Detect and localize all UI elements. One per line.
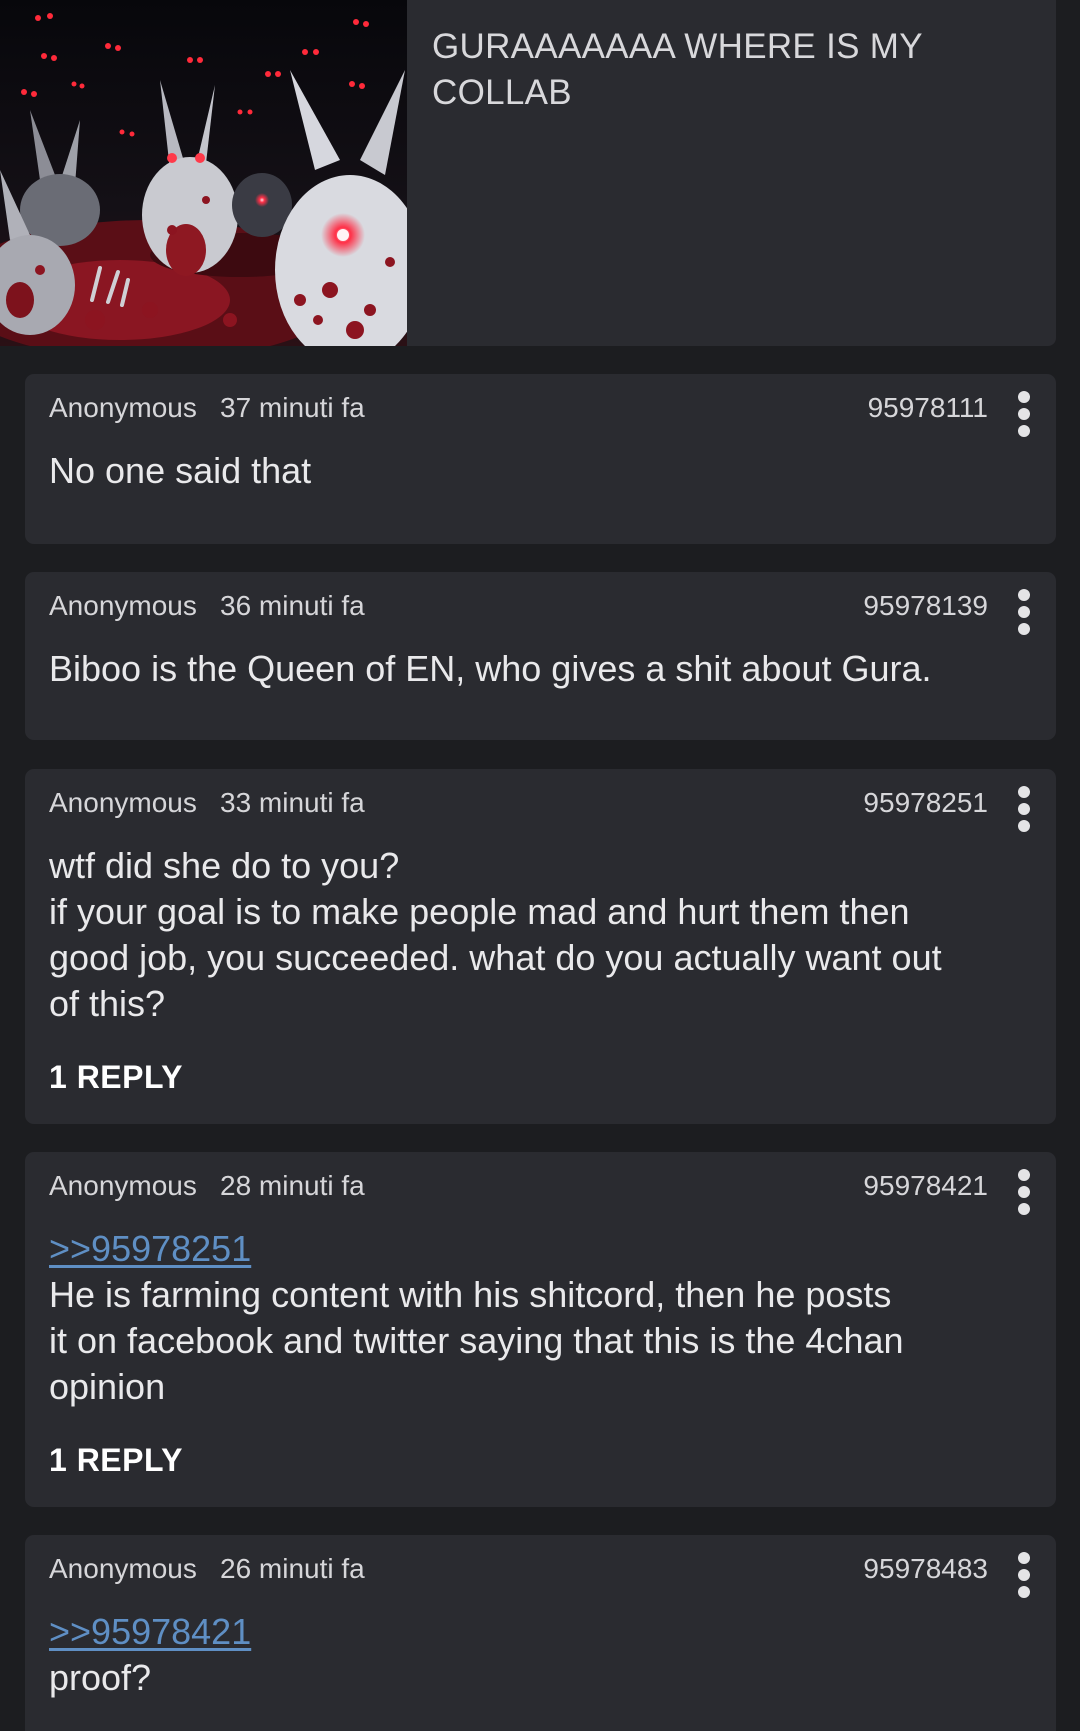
post-time: 37 minuti fa: [220, 392, 365, 423]
post-comment: Biboo is the Queen of EN, who gives a sh…: [49, 646, 1034, 692]
reply-post: Anonymous 36 minuti fa 95978139 Biboo is…: [25, 572, 1056, 740]
replies-button[interactable]: 1 REPLY: [49, 1440, 183, 1480]
post-comment: No one said that: [49, 448, 1034, 494]
more-vertical-icon: [1012, 0, 1028, 12]
post-comment: >>95978251 He is farming content with hi…: [49, 1226, 1034, 1410]
post-time: 26 minuti fa: [220, 1553, 365, 1584]
post-header: Anonymous 33 minuti fa 95978251: [49, 783, 1056, 832]
post-number[interactable]: 95978483: [863, 1549, 988, 1589]
more-vertical-icon[interactable]: [1016, 1169, 1032, 1217]
post-header: Anonymous 36 minuti fa 95978139: [49, 586, 1056, 635]
post-author: Anonymous: [49, 1553, 197, 1584]
more-vertical-icon[interactable]: [1016, 1552, 1032, 1600]
reply-post: Anonymous 26 minuti fa 95978483 >>959784…: [25, 1535, 1056, 1731]
post-header: Anonymous 28 minuti fa 95978421: [49, 1166, 1056, 1215]
op-thumbnail-art: [0, 0, 407, 346]
op-comment-text: GURAAAAAAA WHERE IS MY COLLAB: [432, 27, 923, 112]
more-vertical-icon[interactable]: [1016, 391, 1032, 439]
post-comment-line: wtf did she do to you?: [49, 845, 400, 886]
post-comment-line: No one said that: [49, 450, 312, 491]
post-comment-line: opinion: [49, 1366, 166, 1407]
post-comment-line: He is farming content with his shitcord,…: [49, 1274, 892, 1315]
post-comment-line: of this?: [49, 983, 166, 1024]
more-vertical-icon[interactable]: [1016, 589, 1032, 637]
post-author: Anonymous: [49, 392, 197, 423]
post-comment-line: if your goal is to make people mad and h…: [49, 891, 910, 932]
replies-button[interactable]: 1 REPLY: [49, 1057, 183, 1097]
post-comment: >>95978421 proof?: [49, 1609, 1034, 1701]
post-number[interactable]: 95978421: [863, 1166, 988, 1206]
post-comment-line: good job, you succeeded. what do you act…: [49, 937, 942, 978]
post-number[interactable]: 95978251: [863, 783, 988, 823]
post-time: 28 minuti fa: [220, 1170, 365, 1201]
more-vertical-icon[interactable]: [1016, 786, 1032, 834]
post-comment-line: it on facebook and twitter saying that t…: [49, 1320, 904, 1361]
op-thumbnail-image[interactable]: [0, 0, 407, 346]
post-number[interactable]: 95978139: [863, 586, 988, 626]
quote-link[interactable]: >>95978421: [49, 1609, 1034, 1655]
quote-link[interactable]: >>95978251: [49, 1226, 1034, 1272]
post-header: Anonymous 37 minuti fa 95978111: [49, 388, 1056, 437]
post-comment-line: Biboo is the Queen of EN, who gives a sh…: [49, 648, 932, 689]
post-comment: wtf did she do to you? if your goal is t…: [49, 843, 1034, 1027]
post-header: Anonymous 26 minuti fa 95978483: [49, 1549, 1056, 1598]
post-author: Anonymous: [49, 1170, 197, 1201]
post-number[interactable]: 95978111: [868, 388, 988, 428]
post-author: Anonymous: [49, 590, 197, 621]
post-time: 33 minuti fa: [220, 787, 365, 818]
op-menu-icon[interactable]: [1012, 0, 1028, 12]
post-comment-line: proof?: [49, 1657, 152, 1698]
reply-post: Anonymous 37 minuti fa 95978111 No one s…: [25, 374, 1056, 544]
post-time: 36 minuti fa: [220, 590, 365, 621]
reply-post: Anonymous 33 minuti fa 95978251 wtf did …: [25, 769, 1056, 1124]
op-post: GURAAAAAAA WHERE IS MY COLLAB: [0, 0, 1056, 346]
post-author: Anonymous: [49, 787, 197, 818]
reply-post: Anonymous 28 minuti fa 95978421 >>959782…: [25, 1152, 1056, 1507]
